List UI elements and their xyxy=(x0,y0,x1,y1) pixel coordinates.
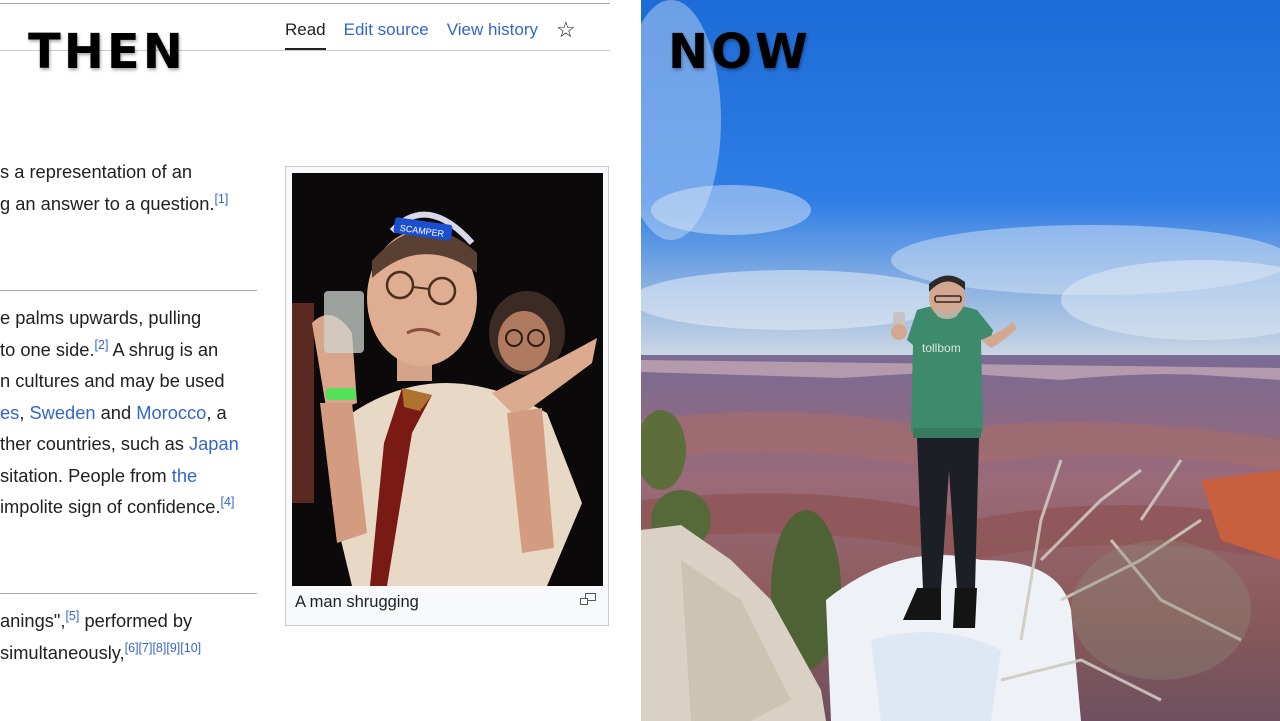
text-span: anings", xyxy=(0,610,66,631)
text-span: simultaneously, xyxy=(0,641,125,663)
link-japan[interactable]: Japan xyxy=(189,433,239,454)
reference-link[interactable]: [7] xyxy=(139,641,153,655)
article-paragraph-3: anings",[5] performed by simultaneously,… xyxy=(0,605,201,668)
text-line: ther countries, such as Japan xyxy=(0,428,239,460)
now-panel: tollbom NOW xyxy=(641,0,1280,721)
reference-link[interactable]: [1] xyxy=(214,192,228,206)
photo-illustration: SCAMPER xyxy=(292,173,603,586)
then-label: THEN xyxy=(28,24,186,80)
text-line: s a representation of an xyxy=(0,161,193,182)
star-outline-icon[interactable]: ☆ xyxy=(556,18,576,42)
magnify-clip-icon[interactable] xyxy=(580,593,596,605)
page-top-divider xyxy=(0,3,610,4)
text-line: anings",[5] performed by xyxy=(0,605,201,637)
hoodie-text: tollbom xyxy=(922,341,961,355)
article-paragraph-2: e palms upwards, pulling to one side.[2]… xyxy=(0,302,239,523)
section-divider xyxy=(0,290,257,291)
text-line: es, Sweden and Morocco, a xyxy=(0,397,239,429)
text-span: A shrug is an xyxy=(108,338,219,360)
tab-view-history[interactable]: View history xyxy=(447,18,538,42)
figure-caption: A man shrugging xyxy=(295,593,419,611)
tab-edit-source[interactable]: Edit source xyxy=(344,18,429,42)
reference-link[interactable]: [2] xyxy=(95,338,109,352)
text-line: simultaneously,[6][7][8][9][10] xyxy=(0,637,201,669)
reference-link[interactable]: [8] xyxy=(152,641,166,655)
reference-link[interactable]: [4] xyxy=(221,495,235,509)
then-panel: Read Edit source View history ☆ THEN s a… xyxy=(0,0,640,721)
grand-canyon-photo: tollbom xyxy=(641,0,1280,721)
now-label: NOW xyxy=(668,24,811,80)
text-span: and xyxy=(95,401,137,423)
text-span: sitation. People from xyxy=(0,464,172,486)
page-actions-tabs: Read Edit source View history ☆ xyxy=(285,18,576,50)
link-sweden[interactable]: Sweden xyxy=(29,402,95,423)
reference-link[interactable]: [5] xyxy=(65,609,79,623)
text-span: , a xyxy=(206,401,227,423)
tab-read[interactable]: Read xyxy=(285,18,326,50)
text-line: sitation. People from the xyxy=(0,460,239,492)
link-partial[interactable]: es xyxy=(0,402,19,423)
link-the[interactable]: the xyxy=(172,465,197,486)
shrugging-man-photo[interactable]: SCAMPER xyxy=(292,173,603,586)
text-span: to one side. xyxy=(0,338,95,360)
text-line: impolite sign of confidence.[4] xyxy=(0,491,239,523)
figure-thumbnail: SCAMPER A man shrugging xyxy=(285,166,609,626)
text-line: e palms upwards, pulling xyxy=(0,307,202,328)
text-line: g an answer to a question.[1] xyxy=(0,188,228,220)
text-line: to one side.[2] A shrug is an xyxy=(0,334,239,366)
text-span: performed by xyxy=(79,610,193,631)
link-morocco[interactable]: Morocco xyxy=(136,402,206,423)
text-span: impolite sign of confidence. xyxy=(0,496,221,517)
section-divider xyxy=(0,593,257,594)
text-line: n cultures and may be used xyxy=(0,370,225,391)
reference-link[interactable]: [9] xyxy=(166,641,180,655)
reference-link[interactable]: [10] xyxy=(180,641,201,655)
text-span: g an answer to a question. xyxy=(0,192,215,214)
article-paragraph-1: s a representation of an g an answer to … xyxy=(0,156,228,219)
text-span: , xyxy=(19,401,30,423)
reference-link[interactable]: [6] xyxy=(125,641,139,655)
text-span: ther countries, such as xyxy=(0,433,189,454)
